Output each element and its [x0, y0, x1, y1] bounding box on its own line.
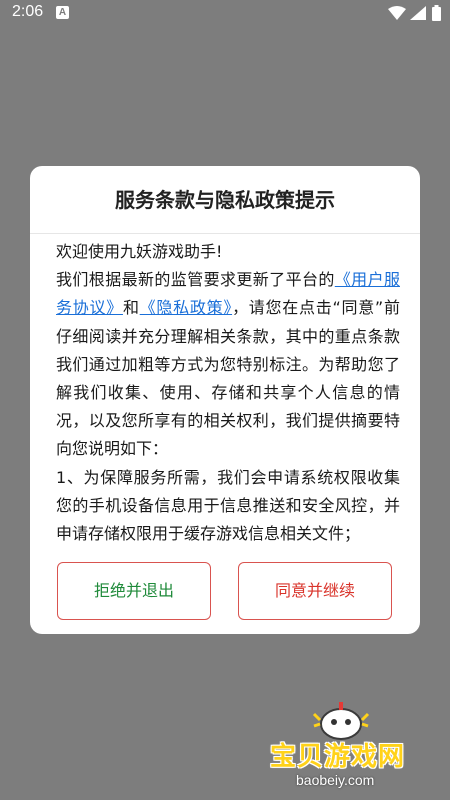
and-text: 和: [122, 298, 140, 318]
body-text-main: ，请您在点击“同意”前仔细阅读并充分理解相关条款，其中的重点条款我们通过加粗等方…: [56, 298, 400, 459]
watermark-brand: 宝贝游戏网: [270, 742, 406, 772]
terms-privacy-dialog: 服务条款与隐私政策提示 欢迎使用九妖游戏助手! 我们根据最新的监管要求更新了平台…: [30, 166, 420, 634]
dialog-title: 服务条款与隐私政策提示: [115, 188, 335, 212]
watermark-domain: baobeiy.com: [296, 772, 375, 788]
body-text-intro: 我们根据最新的监管要求更新了平台的: [56, 270, 335, 290]
body-item-1: 1、为保障服务所需，我们会申请系统权限收集您的手机设备信息用于信息推送和安全风控…: [56, 467, 400, 544]
dialog-body: 欢迎使用九妖游戏助手! 我们根据最新的监管要求更新了平台的《用户服务协议》和《隐…: [56, 238, 400, 548]
status-bar: 2:06 A: [0, 0, 450, 26]
status-time: 2:06: [12, 3, 44, 20]
screen: 2:06 A 服务条款与隐私政策提示 欢迎使用九妖游戏助手! 我们根据最新的监管…: [0, 0, 450, 800]
privacy-policy-link[interactable]: 《隐私政策》: [140, 298, 232, 317]
notification-icon: A: [56, 6, 69, 19]
greeting-text: 欢迎使用九妖游戏助手!: [56, 242, 223, 261]
title-divider: [30, 233, 420, 234]
battery-icon: [432, 5, 441, 21]
watermark: 宝贝游戏网 baobeiy.com: [268, 700, 448, 796]
wifi-icon: [388, 6, 406, 20]
signal-icon: [410, 6, 426, 20]
agree-continue-button[interactable]: 同意并继续: [238, 562, 392, 620]
reject-exit-button[interactable]: 拒绝并退出: [57, 562, 211, 620]
